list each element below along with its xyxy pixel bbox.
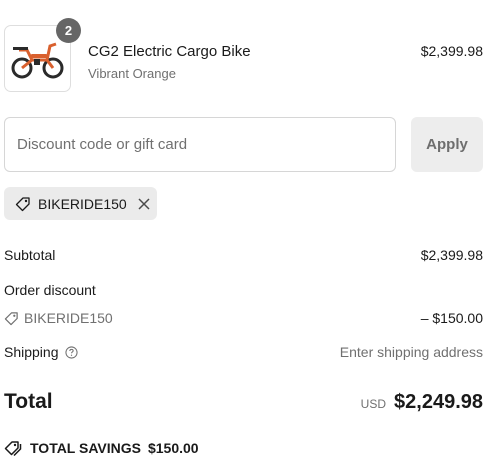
close-icon[interactable] <box>137 197 151 211</box>
savings-label: TOTAL SAVINGS <box>30 440 141 456</box>
discount-code-input[interactable] <box>4 117 396 172</box>
subtotal-value: $2,399.98 <box>420 247 483 263</box>
product-name: CG2 Electric Cargo Bike <box>88 43 251 60</box>
tag-icon <box>15 196 30 211</box>
apply-discount-button[interactable]: Apply <box>411 117 483 172</box>
discount-value: – $150.00 <box>420 310 483 326</box>
discount-code-row: BIKERIDE150 <box>4 310 113 326</box>
savings-value: $150.00 <box>147 440 199 456</box>
shipping-row: Shipping <box>4 344 78 360</box>
quantity-badge: 2 <box>56 18 81 43</box>
tag-icon <box>4 311 18 325</box>
total-amount: USD $2,249.98 <box>361 391 483 414</box>
total-value: $2,249.98 <box>394 391 483 413</box>
applied-discount-tag: BIKERIDE150 <box>4 187 157 220</box>
currency-code: USD <box>360 397 387 411</box>
shipping-value: Enter shipping address <box>339 344 483 360</box>
order-discount-label: Order discount <box>4 282 96 298</box>
subtotal-label: Subtotal <box>4 247 56 263</box>
applied-discount-code: BIKERIDE150 <box>38 195 127 212</box>
tag-icon <box>4 441 22 456</box>
discount-code-label: BIKERIDE150 <box>24 310 113 326</box>
product-price: $2,399.98 <box>420 43 483 59</box>
help-circle-icon[interactable] <box>64 345 78 359</box>
total-savings-row: TOTAL SAVINGS $150.00 <box>4 440 199 456</box>
total-label: Total <box>4 390 53 413</box>
shipping-label: Shipping <box>4 344 59 360</box>
product-variant: Vibrant Orange <box>88 66 176 81</box>
